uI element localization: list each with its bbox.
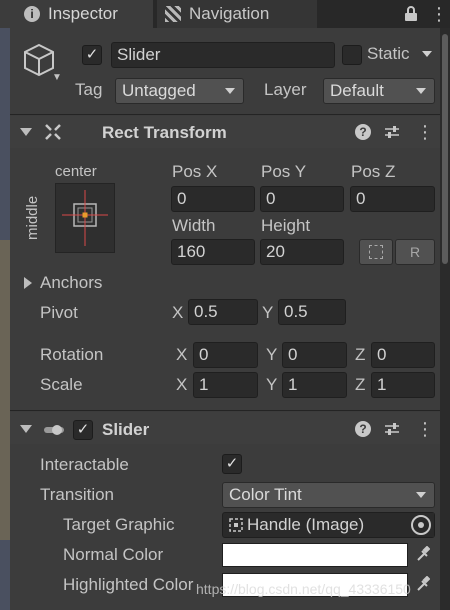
tab-navigation[interactable]: Navigation <box>157 0 317 28</box>
tab-menu-icon[interactable]: ⋮ <box>430 4 448 24</box>
tab-inspector-label: Inspector <box>48 4 118 23</box>
scale-x-label: X <box>176 375 188 394</box>
slider-title: Slider <box>102 420 150 439</box>
eyedropper-icon[interactable] <box>416 576 430 592</box>
gameobject-cube-icon[interactable] <box>22 42 56 78</box>
layer-dropdown[interactable]: Default <box>323 78 435 104</box>
rotation-y-label: Y <box>266 345 278 364</box>
pivot-y-field[interactable]: 0.5 <box>278 299 346 325</box>
slider-enabled-checkbox[interactable]: ✓ <box>73 420 93 440</box>
tab-inspector[interactable]: i Inspector <box>0 0 153 28</box>
pos-z-label: Pos Z <box>351 162 396 181</box>
interactable-checkbox[interactable]: ✓ <box>222 454 242 474</box>
pos-z-field[interactable]: 0 <box>350 186 435 212</box>
scrollbar-thumb[interactable] <box>442 34 448 264</box>
presets-icon[interactable] <box>384 124 400 140</box>
active-checkbox[interactable]: ✓ <box>82 45 102 65</box>
pos-y-field[interactable]: 0 <box>260 186 344 212</box>
watermark: https://blog.csdn.net/qq_43336150 <box>196 581 411 597</box>
normal-color-field[interactable] <box>222 543 408 567</box>
image-icon <box>229 518 243 532</box>
anchor-presets-button[interactable] <box>55 183 115 253</box>
help-icon[interactable]: ? <box>355 124 371 140</box>
blueprint-icon <box>369 245 383 259</box>
scene-view-edge-lower <box>0 240 10 540</box>
foldout-arrow-icon[interactable] <box>20 425 32 433</box>
tag-dropdown[interactable]: Untagged <box>115 78 244 104</box>
static-dropdown-arrow[interactable] <box>422 51 432 57</box>
rotation-y-field[interactable]: 0 <box>282 342 347 368</box>
scale-z-label: Z <box>355 375 366 394</box>
component-menu-icon[interactable]: ⋮ <box>416 123 434 141</box>
rotation-label: Rotation <box>40 345 104 364</box>
lock-icon[interactable] <box>404 6 418 22</box>
eyedropper-icon[interactable] <box>416 546 430 562</box>
divider <box>10 114 440 115</box>
presets-icon[interactable] <box>384 421 400 437</box>
layer-value: Default <box>330 81 384 100</box>
width-field[interactable]: 160 <box>171 239 255 265</box>
tab-navigation-label: Navigation <box>189 4 270 23</box>
rotation-z-label: Z <box>355 345 366 364</box>
divider <box>10 410 440 411</box>
anchors-foldout-icon[interactable] <box>24 277 32 289</box>
transition-label: Transition <box>40 485 115 504</box>
rect-transform-icon <box>45 124 61 140</box>
normal-color-label: Normal Color <box>63 545 164 564</box>
height-label: Height <box>261 216 311 235</box>
raw-edit-button[interactable]: R <box>395 239 435 265</box>
static-label: Static <box>367 44 410 63</box>
scale-y-label: Y <box>266 375 278 394</box>
rotation-x-label: X <box>176 345 188 364</box>
navigation-icon <box>165 6 181 22</box>
target-graphic-label: Target Graphic <box>63 515 175 534</box>
object-picker-icon <box>411 515 431 535</box>
anchor-vertical-label: middle <box>24 195 41 240</box>
chevron-down-icon <box>416 88 426 94</box>
anchor-preset-icon <box>62 190 108 246</box>
scale-y-field[interactable]: 1 <box>282 372 347 398</box>
rotation-z-field[interactable]: 0 <box>371 342 435 368</box>
layer-label: Layer <box>264 80 307 99</box>
transition-value: Color Tint <box>229 485 302 504</box>
pivot-x-field[interactable]: 0.5 <box>188 299 258 325</box>
chevron-down-icon <box>416 492 426 498</box>
blueprint-mode-button[interactable] <box>359 239 393 265</box>
scale-z-field[interactable]: 1 <box>371 372 435 398</box>
target-graphic-value: Handle (Image) <box>247 515 365 534</box>
scale-label: Scale <box>40 375 83 394</box>
rect-transform-title: Rect Transform <box>102 123 227 142</box>
rotation-x-field[interactable]: 0 <box>193 342 258 368</box>
pivot-label: Pivot <box>40 303 78 322</box>
scale-x-field[interactable]: 1 <box>193 372 258 398</box>
target-graphic-field[interactable]: Handle (Image) <box>222 512 435 538</box>
name-field[interactable]: Slider <box>111 42 335 68</box>
interactable-label: Interactable <box>40 455 129 474</box>
object-picker-button[interactable] <box>408 513 434 537</box>
chevron-down-icon <box>225 88 235 94</box>
static-checkbox[interactable]: ✓ <box>342 45 362 65</box>
pos-y-label: Pos Y <box>261 162 307 181</box>
help-icon[interactable]: ? <box>355 421 371 437</box>
slider-component-icon <box>44 425 64 435</box>
pivot-y-label: Y <box>262 303 274 322</box>
height-field[interactable]: 20 <box>260 239 344 265</box>
pivot-x-label: X <box>172 303 184 322</box>
pos-x-field[interactable]: 0 <box>171 186 255 212</box>
component-menu-icon[interactable]: ⋮ <box>416 420 434 438</box>
pos-x-label: Pos X <box>172 162 218 181</box>
highlighted-color-label: Highlighted Color <box>63 575 194 594</box>
transition-dropdown[interactable]: Color Tint <box>222 482 435 508</box>
tag-value: Untagged <box>122 81 196 100</box>
width-label: Width <box>172 216 216 235</box>
icon-dropdown-arrow[interactable]: ▼ <box>52 72 62 83</box>
tag-label: Tag <box>75 80 103 99</box>
anchors-label[interactable]: Anchors <box>40 273 102 293</box>
info-icon: i <box>24 6 40 22</box>
anchor-horizontal-label: center <box>55 163 97 180</box>
foldout-arrow-icon[interactable] <box>20 128 32 136</box>
